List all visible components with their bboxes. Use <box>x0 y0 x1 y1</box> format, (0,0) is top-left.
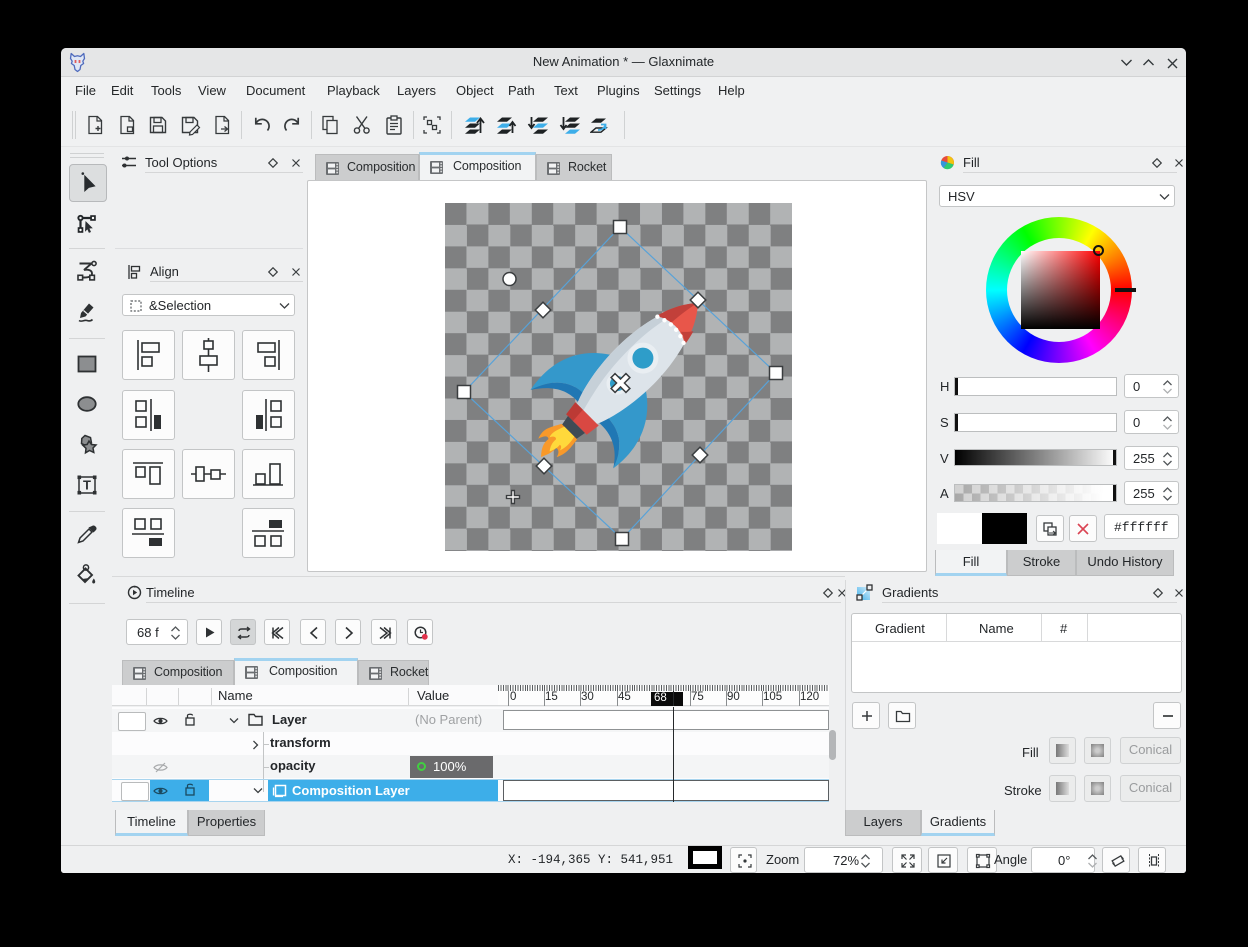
svg-text:T: T <box>83 478 91 493</box>
